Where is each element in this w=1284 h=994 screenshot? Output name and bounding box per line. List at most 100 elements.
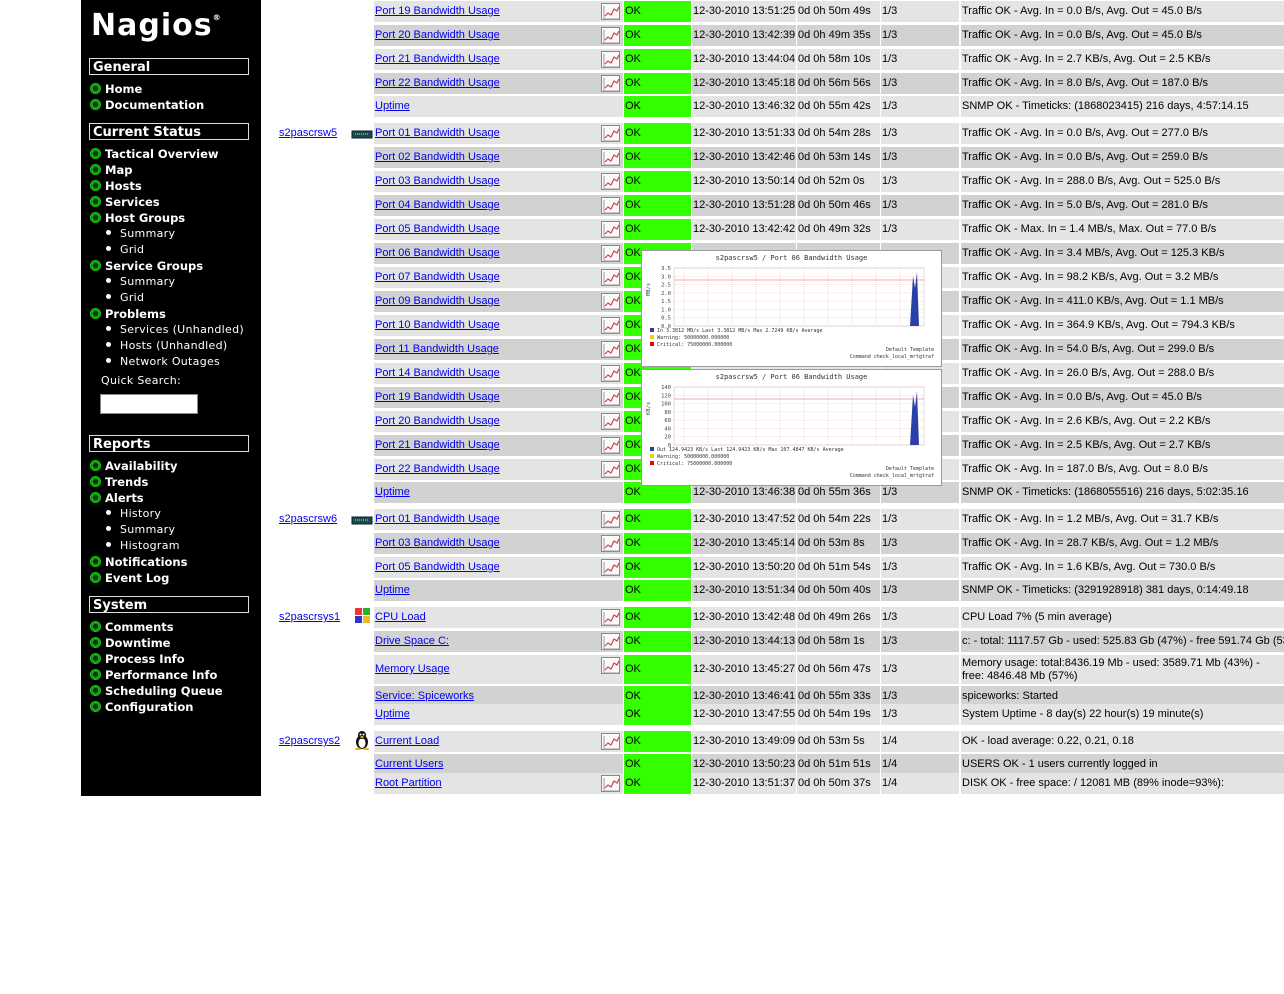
performance-graph-icon[interactable] bbox=[601, 365, 620, 382]
nagios-logo[interactable]: Nagios® bbox=[91, 8, 222, 43]
performance-graph-icon[interactable] bbox=[601, 293, 620, 310]
service-link[interactable]: Port 22 Bandwidth Usage bbox=[375, 463, 500, 475]
service-link[interactable]: Port 20 Bandwidth Usage bbox=[375, 415, 500, 427]
quick-search-input[interactable] bbox=[100, 394, 198, 414]
performance-graph-icon[interactable] bbox=[601, 125, 620, 142]
performance-graph-icon[interactable] bbox=[601, 733, 620, 750]
service-link[interactable]: Uptime bbox=[375, 100, 410, 112]
performance-graph-icon[interactable] bbox=[601, 173, 620, 190]
service-link[interactable]: Root Partition bbox=[375, 777, 442, 789]
nav-hosts[interactable]: Hosts bbox=[90, 178, 142, 194]
performance-graph-icon[interactable] bbox=[601, 197, 620, 214]
performance-graph-icon[interactable] bbox=[601, 51, 620, 68]
nav-event-log[interactable]: Event Log bbox=[90, 570, 169, 586]
nav-problems[interactable]: Problems bbox=[90, 306, 166, 322]
service-link[interactable]: Uptime bbox=[375, 486, 410, 498]
service-link[interactable]: Port 01 Bandwidth Usage bbox=[375, 513, 500, 525]
service-link[interactable]: Port 21 Bandwidth Usage bbox=[375, 53, 500, 65]
subnav-service-groups-grid[interactable]: Grid bbox=[106, 290, 144, 306]
service-link[interactable]: Port 02 Bandwidth Usage bbox=[375, 151, 500, 163]
service-link[interactable]: Port 01 Bandwidth Usage bbox=[375, 127, 500, 139]
service-link[interactable]: Port 09 Bandwidth Usage bbox=[375, 295, 500, 307]
performance-graph-icon[interactable] bbox=[601, 389, 620, 406]
service-link[interactable]: Port 03 Bandwidth Usage bbox=[375, 537, 500, 549]
nav-notifications[interactable]: Notifications bbox=[90, 554, 187, 570]
nav-tactical-overview[interactable]: Tactical Overview bbox=[90, 146, 219, 162]
subnav-problems-network-outages[interactable]: Network Outages bbox=[106, 354, 220, 370]
subnav-problems-hosts-unhandled[interactable]: Hosts (Unhandled) bbox=[106, 338, 227, 354]
service-link[interactable]: Port 21 Bandwidth Usage bbox=[375, 439, 500, 451]
performance-graph-icon[interactable] bbox=[601, 245, 620, 262]
performance-graph-icon[interactable] bbox=[601, 461, 620, 478]
nav-downtime[interactable]: Downtime bbox=[90, 635, 170, 651]
service-link[interactable]: Port 14 Bandwidth Usage bbox=[375, 367, 500, 379]
service-link[interactable]: Port 07 Bandwidth Usage bbox=[375, 271, 500, 283]
service-link[interactable]: Port 11 Bandwidth Usage bbox=[375, 343, 499, 355]
performance-graph-icon[interactable] bbox=[601, 535, 620, 552]
service-link[interactable]: Port 19 Bandwidth Usage bbox=[375, 5, 500, 17]
performance-graph-icon[interactable] bbox=[601, 341, 620, 358]
switch-icon[interactable] bbox=[351, 512, 373, 528]
service-link[interactable]: Port 03 Bandwidth Usage bbox=[375, 175, 500, 187]
subnav-alerts-summary[interactable]: Summary bbox=[106, 522, 175, 538]
nav-host-groups[interactable]: Host Groups bbox=[90, 210, 185, 226]
subnav-problems-services-unhandled[interactable]: Services (Unhandled) bbox=[106, 322, 244, 338]
performance-graph-icon[interactable] bbox=[601, 269, 620, 286]
performance-graph-icon[interactable] bbox=[601, 27, 620, 44]
service-link[interactable]: CPU Load bbox=[375, 611, 426, 623]
service-link[interactable]: Port 06 Bandwidth Usage bbox=[375, 247, 500, 259]
performance-graph-icon[interactable] bbox=[601, 221, 620, 238]
performance-graph-icon[interactable] bbox=[601, 3, 620, 20]
nav-home[interactable]: Home bbox=[90, 81, 142, 97]
nav-documentation[interactable]: Documentation bbox=[90, 97, 204, 113]
performance-graph-icon[interactable] bbox=[601, 413, 620, 430]
performance-graph-icon[interactable] bbox=[601, 775, 620, 792]
performance-graph-icon[interactable] bbox=[601, 317, 620, 334]
nav-performance-info[interactable]: Performance Info bbox=[90, 667, 217, 683]
service-link[interactable]: Uptime bbox=[375, 584, 410, 596]
linux-icon[interactable] bbox=[351, 730, 373, 751]
performance-graph-icon[interactable] bbox=[601, 437, 620, 454]
performance-graph-icon[interactable] bbox=[601, 75, 620, 92]
service-link[interactable]: Port 04 Bandwidth Usage bbox=[375, 199, 500, 211]
nav-availability[interactable]: Availability bbox=[90, 458, 177, 474]
subnav-alerts-histogram[interactable]: Histogram bbox=[106, 538, 180, 554]
nav-scheduling-queue[interactable]: Scheduling Queue bbox=[90, 683, 223, 699]
performance-graph-icon[interactable] bbox=[601, 149, 620, 166]
nav-map[interactable]: Map bbox=[90, 162, 132, 178]
service-link[interactable]: Current Load bbox=[375, 735, 439, 747]
service-link[interactable]: Port 05 Bandwidth Usage bbox=[375, 561, 500, 573]
host-link[interactable]: s2pascrsw5 bbox=[279, 123, 337, 144]
host-link[interactable]: s2pascrsys1 bbox=[279, 607, 340, 628]
performance-graph-icon[interactable] bbox=[601, 633, 620, 650]
subnav-host-groups-grid[interactable]: Grid bbox=[106, 242, 144, 258]
subnav-host-groups-summary[interactable]: Summary bbox=[106, 226, 175, 242]
service-link[interactable]: Port 10 Bandwidth Usage bbox=[375, 319, 500, 331]
service-link[interactable]: Port 22 Bandwidth Usage bbox=[375, 77, 500, 89]
service-link[interactable]: Service: Spiceworks bbox=[375, 690, 474, 702]
service-link[interactable]: Current Users bbox=[375, 758, 443, 770]
subnav-alerts-history[interactable]: History bbox=[106, 506, 161, 522]
service-link[interactable]: Port 05 Bandwidth Usage bbox=[375, 223, 500, 235]
service-link[interactable]: Memory Usage bbox=[375, 663, 450, 675]
nav-process-info[interactable]: Process Info bbox=[90, 651, 185, 667]
nav-services[interactable]: Services bbox=[90, 194, 160, 210]
nav-comments[interactable]: Comments bbox=[90, 619, 174, 635]
nav-service-groups[interactable]: Service Groups bbox=[90, 258, 203, 274]
windows-icon[interactable] bbox=[351, 607, 373, 623]
performance-graph-icon[interactable] bbox=[601, 559, 620, 576]
service-link[interactable]: Port 20 Bandwidth Usage bbox=[375, 29, 500, 41]
performance-graph-icon[interactable] bbox=[601, 511, 620, 528]
subnav-service-groups-summary[interactable]: Summary bbox=[106, 274, 175, 290]
nav-alerts[interactable]: Alerts bbox=[90, 490, 144, 506]
nav-trends[interactable]: Trends bbox=[90, 474, 148, 490]
service-link[interactable]: Uptime bbox=[375, 708, 410, 720]
switch-icon[interactable] bbox=[351, 126, 373, 142]
host-link[interactable]: s2pascrsw6 bbox=[279, 509, 337, 530]
service-link[interactable]: Port 19 Bandwidth Usage bbox=[375, 391, 500, 403]
service-link[interactable]: Drive Space C: bbox=[375, 635, 449, 647]
performance-graph-icon[interactable] bbox=[601, 609, 620, 626]
nav-configuration[interactable]: Configuration bbox=[90, 699, 193, 715]
host-link[interactable]: s2pascrsys2 bbox=[279, 731, 340, 752]
performance-graph-icon[interactable] bbox=[601, 657, 620, 674]
